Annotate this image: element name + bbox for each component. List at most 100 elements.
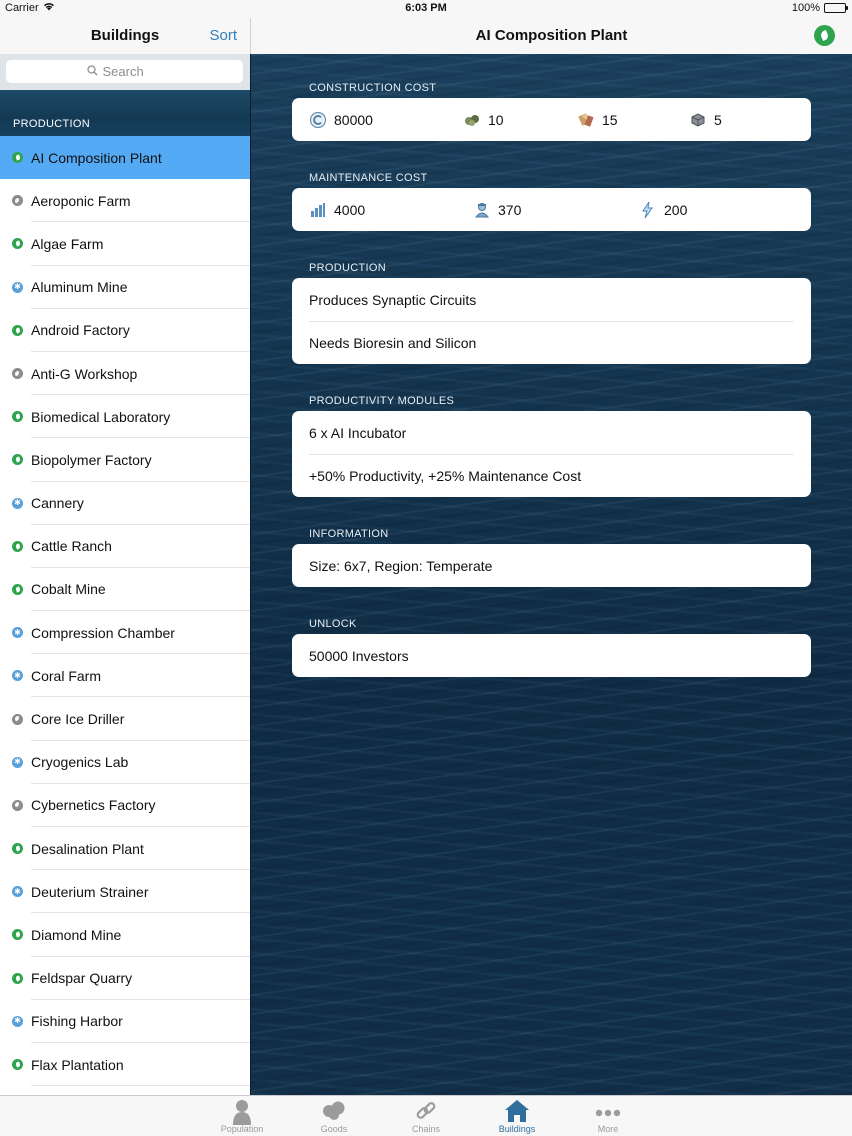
tab-bar: Population Goods Chains Buildings More xyxy=(0,1095,852,1136)
energy-value: 200 xyxy=(664,201,688,218)
maintenance-cost-header: MAINTENANCE COST xyxy=(309,172,428,184)
building-list-item[interactable]: Aluminum Mine xyxy=(0,265,250,309)
building-list-item[interactable]: Cryogenics Lab xyxy=(0,740,250,785)
information-card: Size: 6x7, Region: Temperate xyxy=(292,544,811,587)
snowflake-icon xyxy=(12,756,23,768)
steel-icon xyxy=(689,111,707,129)
search-field[interactable] xyxy=(6,60,243,83)
module-effect-row: +50% Productivity, +25% Maintenance Cost xyxy=(292,454,811,497)
building-list-item[interactable]: Cannery xyxy=(0,481,250,525)
energy-icon xyxy=(639,201,657,219)
moon-icon xyxy=(12,799,23,811)
building-list-item-label: Anti-G Workshop xyxy=(31,365,138,382)
credits-icon xyxy=(309,111,327,129)
leaf-icon xyxy=(12,929,23,941)
information-header: INFORMATION xyxy=(309,528,389,540)
unlock-row: 50000 Investors xyxy=(309,647,409,664)
moon-icon xyxy=(12,368,23,380)
building-list-item-label: Cattle Ranch xyxy=(31,538,112,555)
building-list-item-label: Cobalt Mine xyxy=(31,581,106,598)
building-list-item[interactable]: Coral Farm xyxy=(0,654,250,698)
tab-chains[interactable]: Chains xyxy=(391,1096,461,1136)
tools-value: 10 xyxy=(488,111,504,128)
building-list-item[interactable]: Cobalt Mine xyxy=(0,567,250,612)
tab-buildings-label: Buildings xyxy=(498,1124,536,1134)
tools-stat: 10 xyxy=(463,111,577,129)
building-list-item-label: Flax Plantation xyxy=(31,1056,124,1073)
search-bar xyxy=(0,54,250,90)
master-nav-bar: Buildings Sort xyxy=(0,18,250,54)
status-bar: Carrier 6:03 PM 100% xyxy=(0,0,852,18)
building-list-item[interactable]: AI Composition Plant xyxy=(0,136,250,180)
building-list-item[interactable]: Compression Chamber xyxy=(0,611,250,655)
unlock-card: 50000 Investors xyxy=(292,634,811,677)
building-list-item[interactable]: Fishing Harbor xyxy=(0,999,250,1044)
leaf-icon xyxy=(12,411,23,423)
maintenance-cost-group: MAINTENANCE COST 4000 370 200 xyxy=(292,168,811,231)
building-list-item[interactable]: Flax Plantation xyxy=(0,1042,250,1087)
produces-row: Produces Synaptic Circuits xyxy=(309,291,477,308)
sort-button[interactable]: Sort xyxy=(209,27,237,44)
building-list-item-label: Fishing Harbor xyxy=(31,1013,123,1030)
tab-population-label: Population xyxy=(220,1124,264,1134)
leaf-icon xyxy=(12,1059,23,1071)
search-input[interactable] xyxy=(102,64,163,79)
leaf-icon xyxy=(12,152,23,164)
building-list-item[interactable]: Algae Farm xyxy=(0,222,250,266)
more-dots-icon xyxy=(595,1104,621,1122)
building-list-item-label: Aluminum Mine xyxy=(31,279,128,296)
status-time: 6:03 PM xyxy=(405,2,447,14)
snowflake-icon xyxy=(12,886,23,898)
snowflake-icon xyxy=(12,627,23,639)
section-header-label: PRODUCTION xyxy=(13,118,90,130)
building-list-item-label: Deuterium Strainer xyxy=(31,883,149,900)
goods-icon xyxy=(321,1099,347,1126)
section-header-production: PRODUCTION xyxy=(0,90,250,136)
needs-row: Needs Bioresin and Silicon xyxy=(292,321,811,364)
tab-goods[interactable]: Goods xyxy=(299,1096,369,1136)
tab-population[interactable]: Population xyxy=(207,1096,277,1136)
building-list-item[interactable]: Biopolymer Factory xyxy=(0,438,250,482)
building-detail-panel: CONSTRUCTION COST 80000 10 15 5 MAINTENA… xyxy=(250,54,852,1095)
leaf-icon[interactable] xyxy=(814,25,835,46)
leaf-icon xyxy=(12,454,23,466)
building-list-item[interactable]: Cattle Ranch xyxy=(0,524,250,569)
steel-value: 5 xyxy=(714,111,722,128)
building-list-item[interactable]: Core Ice Driller xyxy=(0,697,250,741)
building-list-item[interactable]: Feldspar Quarry xyxy=(0,956,250,1000)
construction-cost-card: 80000 10 15 5 xyxy=(292,98,811,141)
production-group: PRODUCTION Produces Synaptic Circuits Ne… xyxy=(292,258,811,364)
building-list-item[interactable]: Biomedical Laboratory xyxy=(0,395,250,439)
unlock-group: UNLOCK 50000 Investors xyxy=(292,614,811,677)
tab-chains-label: Chains xyxy=(411,1124,440,1134)
tab-more[interactable]: More xyxy=(573,1096,643,1136)
leaf-icon xyxy=(12,540,23,552)
building-list-item[interactable]: Cybernetics Factory xyxy=(0,783,250,828)
building-list-item-label: Feldspar Quarry xyxy=(31,970,133,987)
building-list-item[interactable]: Anti-G Workshop xyxy=(0,351,250,396)
snowflake-icon xyxy=(12,1015,23,1027)
building-list-item-label: Biomedical Laboratory xyxy=(31,408,171,425)
productivity-modules-card: 6 x AI Incubator +50% Productivity, +25%… xyxy=(292,411,811,497)
maintenance-cost-card: 4000 370 200 xyxy=(292,188,811,231)
snowflake-icon xyxy=(12,497,23,509)
moon-icon xyxy=(12,195,23,207)
energy-stat: 200 xyxy=(639,201,687,219)
production-card: Produces Synaptic Circuits Needs Bioresi… xyxy=(292,278,811,364)
unlock-header: UNLOCK xyxy=(309,618,357,630)
building-list-item[interactable]: Android Factory xyxy=(0,308,250,353)
detail-title: AI Composition Plant xyxy=(475,27,628,44)
tab-buildings[interactable]: Buildings xyxy=(482,1096,552,1136)
credits-stat: 80000 xyxy=(309,111,463,129)
leaf-icon xyxy=(12,843,23,855)
buildings-list-panel: Buildings Sort PRODUCTION AI Composition… xyxy=(0,18,250,1095)
credits-value: 80000 xyxy=(334,111,373,128)
building-list-item[interactable]: Desalination Plant xyxy=(0,827,250,871)
building-list-item[interactable]: Diamond Mine xyxy=(0,913,250,957)
building-list-item[interactable]: Deuterium Strainer xyxy=(0,870,250,914)
snowflake-icon xyxy=(12,670,23,682)
construction-cost-header: CONSTRUCTION COST xyxy=(309,82,437,94)
building-list-item-label: Diamond Mine xyxy=(31,926,122,943)
building-list-item[interactable]: Aeroponic Farm xyxy=(0,179,250,223)
building-list-item-label: Android Factory xyxy=(31,322,130,339)
